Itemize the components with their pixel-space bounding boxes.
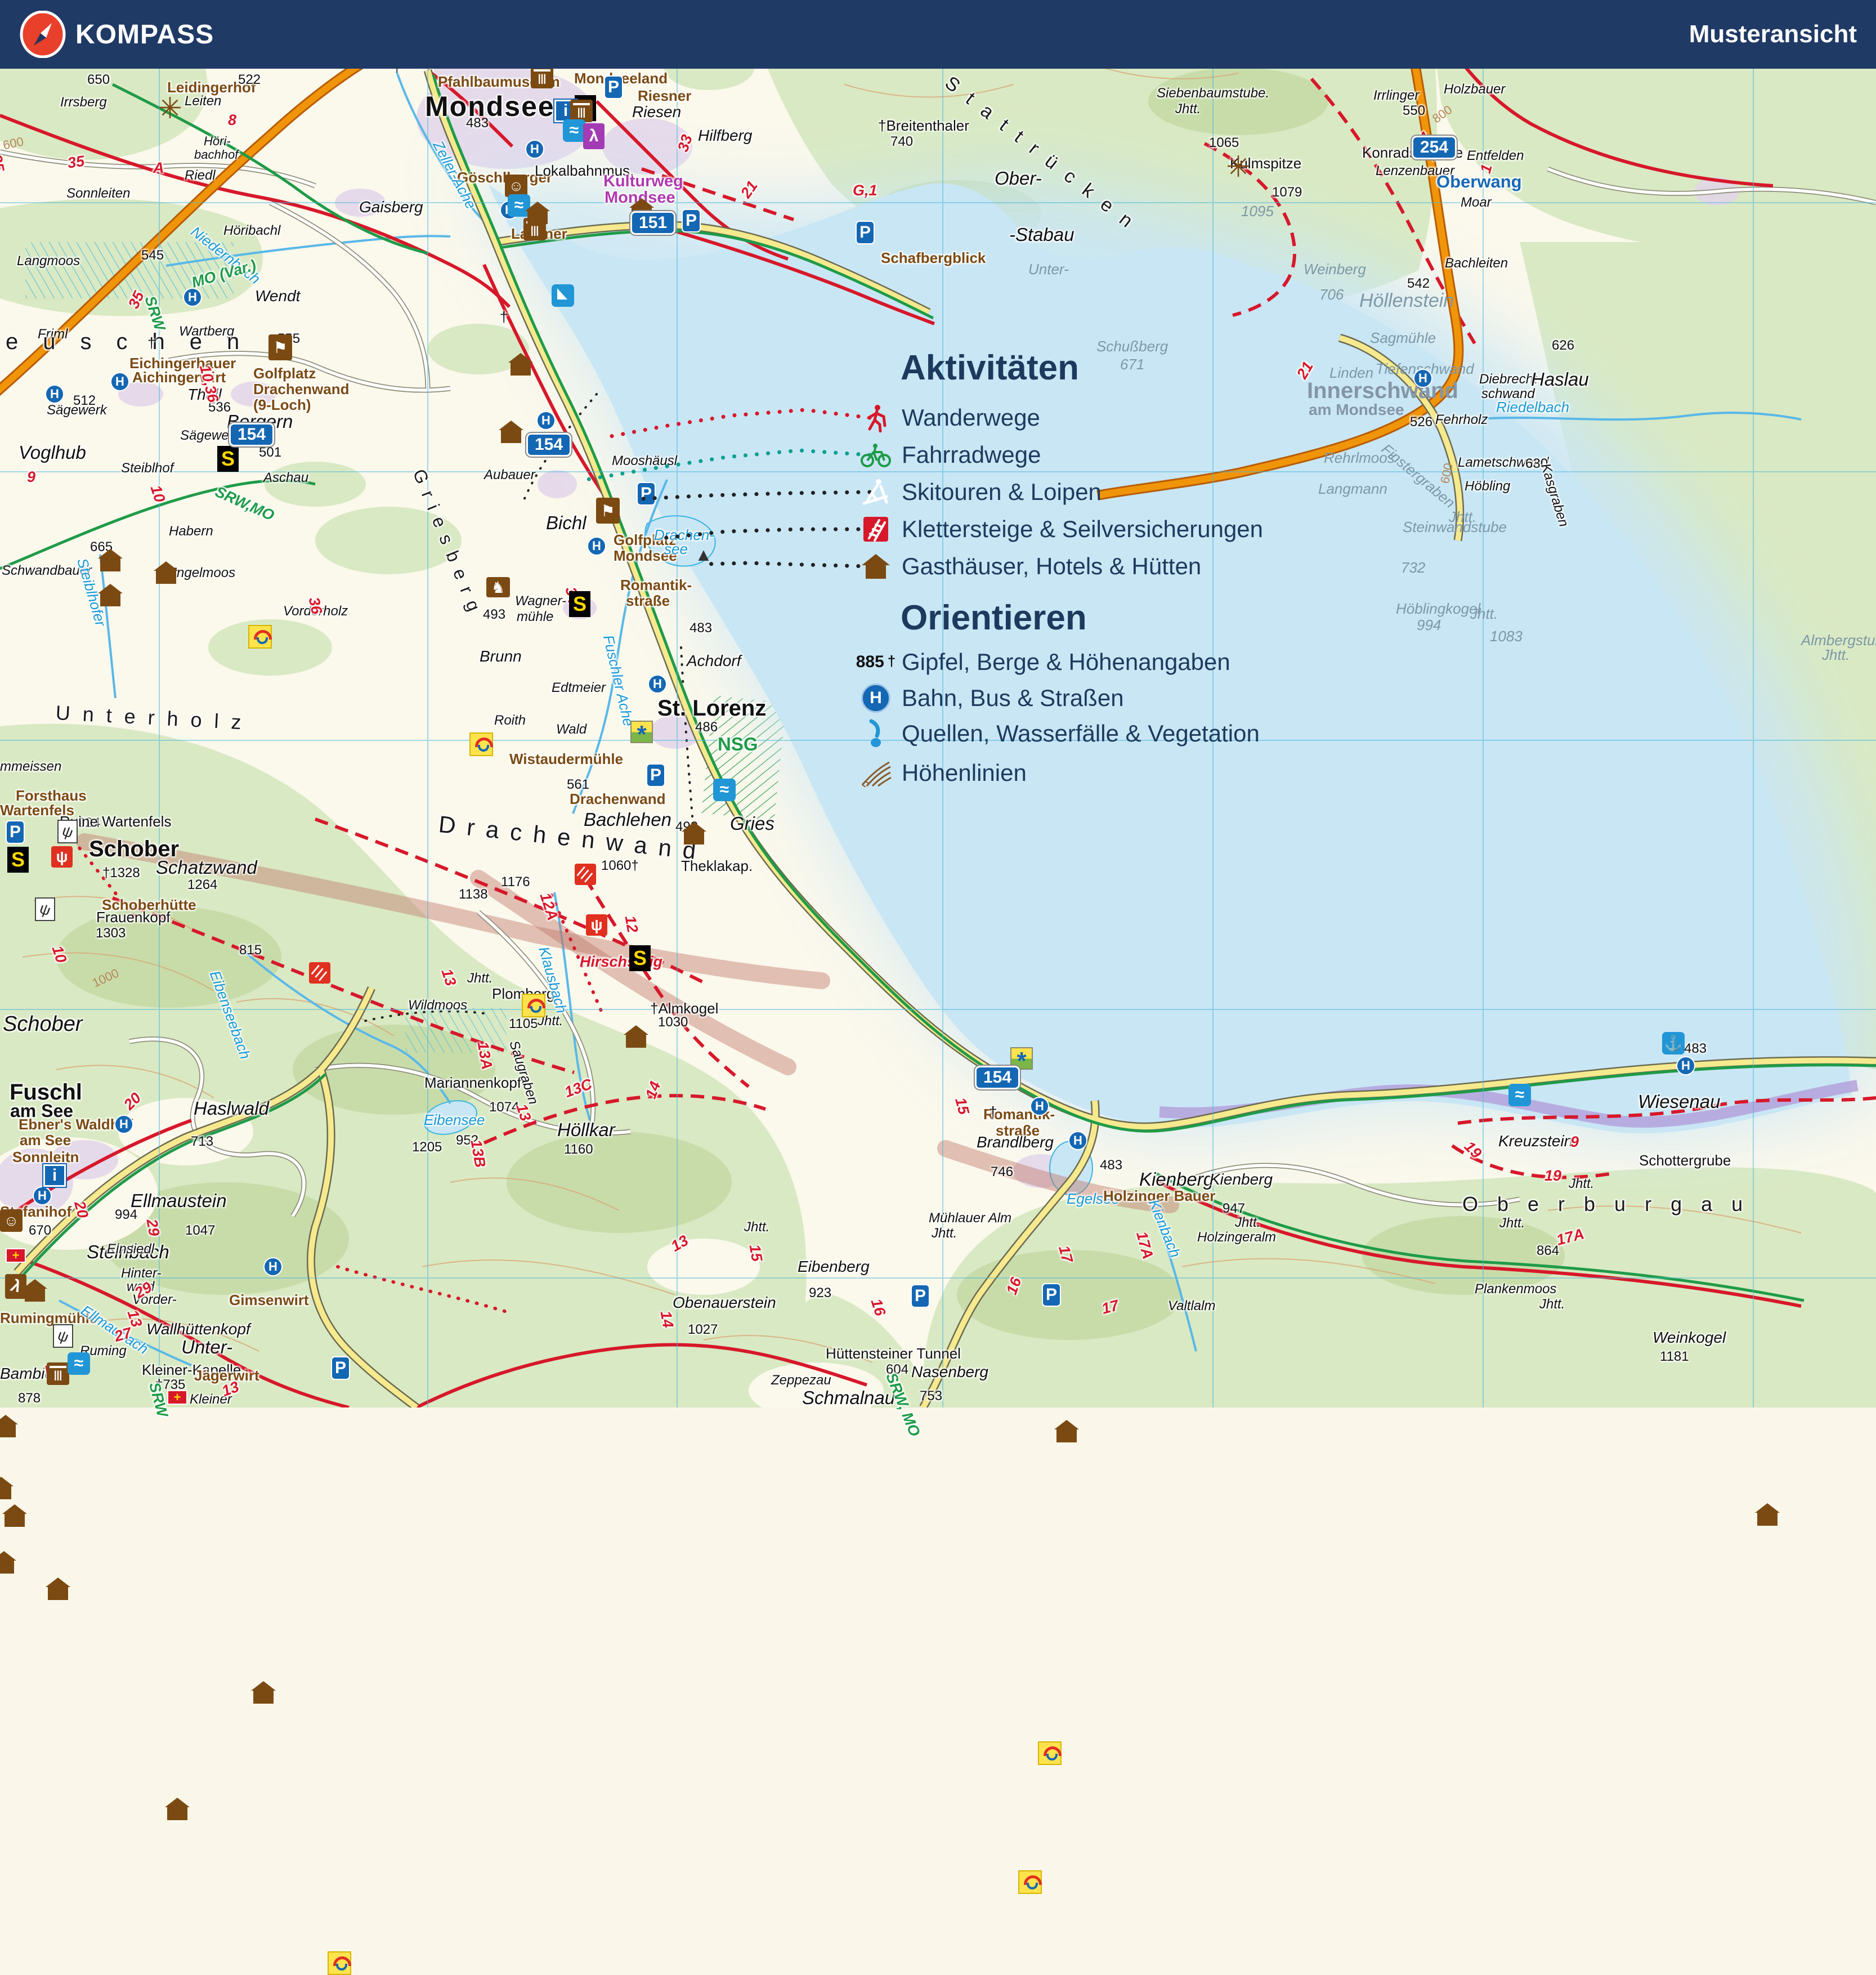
legend-item-label: Skitouren & Loipen	[902, 479, 1102, 505]
app-header: KOMPASS Musteransicht	[0, 0, 1876, 69]
hut-icon	[1755, 1503, 1780, 1526]
legend-item-hoehenlinien[interactable]: Höhenlinien	[856, 756, 1027, 790]
via-ferrata-icon	[856, 516, 896, 543]
legend-item-label: Bahn, Bus & Straßen	[902, 685, 1124, 711]
page-title: Musteransicht	[1689, 20, 1857, 48]
legend-item-skitouren[interactable]: Skitouren & Loipen	[856, 475, 1102, 509]
legend-item-label: Gipfel, Berge & Höhenangaben	[902, 649, 1230, 675]
spring-icon	[856, 719, 896, 748]
legend-activities-title: Aktivitäten	[901, 348, 1079, 387]
hut-icon	[165, 1798, 190, 1820]
compass-icon	[20, 11, 66, 58]
legend-item-gipfel[interactable]: 885 † Gipfel, Berge & Höhenangaben	[856, 645, 1230, 679]
hut-icon	[46, 1578, 70, 1600]
bus-stop-icon: H	[856, 683, 896, 713]
legend-item-bahn[interactable]: H Bahn, Bus & Straßen	[856, 681, 1124, 715]
kompass-logo[interactable]: KOMPASS	[19, 11, 214, 58]
cyclist-icon	[856, 442, 896, 468]
poi-icon	[328, 1951, 351, 1975]
legend-item-quellen[interactable]: Quellen, Wasserfälle & Vegetation	[856, 717, 1260, 750]
hiker-icon	[856, 403, 896, 432]
legend-item-label: Höhenlinien	[902, 759, 1027, 786]
legend-item-label: Gasthäuser, Hotels & Hütten	[902, 553, 1202, 579]
legend-item-wanderwege[interactable]: Wanderwege	[856, 401, 1040, 435]
legend-orientation-title: Orientieren	[901, 598, 1087, 637]
hut-icon	[251, 1681, 276, 1704]
legend-item-label: Wanderwege	[902, 404, 1040, 431]
hut-icon	[0, 1477, 14, 1499]
map-canvas[interactable]: 650 Irrsberg Leidingerhof Leiten 522 Sonnleit…	[0, 0, 1876, 1975]
legend-item-label: Klettersteige & Seilversicherungen	[902, 516, 1264, 542]
legend-item-klettersteige[interactable]: Klettersteige & Seilversicherungen	[856, 512, 1263, 546]
legend-item-label: Quellen, Wasserfälle & Vegetation	[902, 720, 1260, 747]
map-legend: Aktivitäten Wanderwege Fahrradwege Skito…	[856, 338, 1407, 811]
hut-icon	[2, 1504, 27, 1527]
brand-name: KOMPASS	[75, 19, 214, 50]
hut-icon	[0, 1551, 16, 1574]
ski-tour-icon	[856, 477, 896, 507]
legend-item-label: Fahrradwege	[902, 441, 1041, 468]
legend-item-gasthaeuser[interactable]: Gasthäuser, Hotels & Hütten	[856, 549, 1201, 583]
hut-icon	[1054, 1420, 1079, 1442]
contour-lines-icon	[856, 759, 896, 787]
peak-elevation-icon: 885 †	[856, 653, 896, 671]
poi-icon	[1018, 1870, 1042, 1894]
legend-item-fahrradwege[interactable]: Fahrradwege	[856, 438, 1041, 472]
hut-icon	[0, 1415, 18, 1437]
poi-icon	[1038, 1741, 1062, 1765]
hut-icon	[856, 553, 896, 580]
